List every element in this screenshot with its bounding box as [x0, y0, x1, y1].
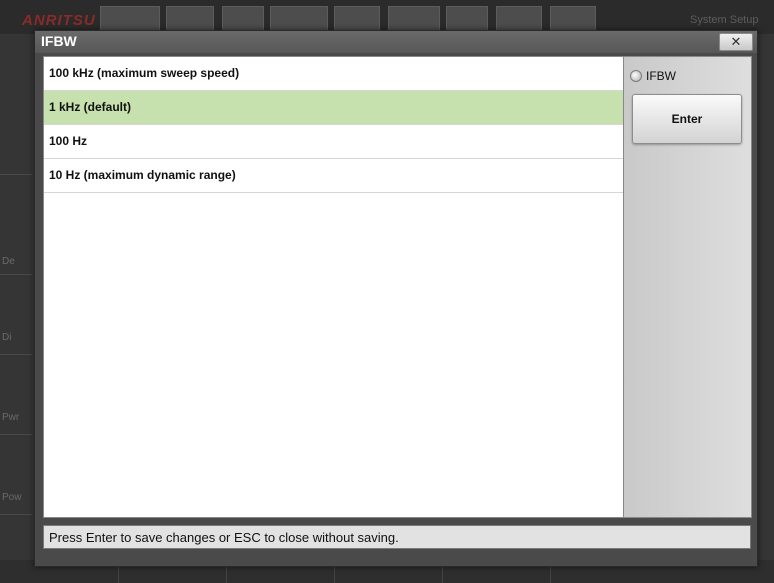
background-tool-button — [100, 6, 160, 32]
background-tool-button — [388, 6, 440, 32]
list-item[interactable]: 100 Hz — [44, 125, 624, 159]
background-setup-label: System Setup — [690, 14, 759, 26]
background-side-label: Pwr — [2, 412, 20, 423]
enter-button[interactable]: Enter — [632, 94, 742, 144]
close-icon: ✕ — [730, 34, 742, 49]
background-divider — [0, 434, 32, 435]
background-tool-button — [334, 6, 380, 32]
ifbw-option-list: 100 kHz (maximum sweep speed) 1 kHz (def… — [43, 56, 625, 518]
background-divider — [0, 274, 32, 275]
background-divider — [0, 514, 32, 515]
list-item[interactable]: 100 kHz (maximum sweep speed) — [44, 57, 624, 91]
dialog-title-bar[interactable]: IFBW ✕ — [35, 31, 757, 53]
dialog-side-panel: IFBW Enter — [623, 56, 752, 518]
list-item-label: 100 Hz — [49, 134, 88, 148]
background-sidebar: Pow Pwr Di De — [0, 34, 32, 583]
background-tool-button — [496, 6, 542, 32]
background-divider — [0, 354, 32, 355]
radio-button-icon[interactable] — [630, 70, 642, 82]
background-side-label: Pow — [2, 492, 22, 503]
background-side-label: De — [2, 256, 15, 267]
ifbw-radio-label: IFBW — [646, 69, 676, 83]
status-bar: Press Enter to save changes or ESC to cl… — [43, 525, 751, 549]
background-divider — [0, 174, 32, 175]
dialog-title: IFBW — [41, 33, 77, 49]
ifbw-dialog: IFBW ✕ 100 kHz (maximum sweep speed) 1 k… — [34, 30, 758, 567]
list-item-label: 100 kHz (maximum sweep speed) — [49, 66, 240, 80]
status-message: Press Enter to save changes or ESC to cl… — [49, 530, 399, 545]
list-item[interactable]: 10 Hz (maximum dynamic range) — [44, 159, 624, 193]
list-item-label: 10 Hz (maximum dynamic range) — [49, 168, 236, 182]
close-button[interactable]: ✕ — [719, 33, 753, 51]
list-item-label: 1 kHz (default) — [49, 100, 132, 114]
brand-logo: ANRITSU — [22, 12, 96, 29]
background-tool-button — [446, 6, 488, 32]
list-item-selected[interactable]: 1 kHz (default) — [44, 91, 624, 125]
background-tool-button — [222, 6, 264, 32]
background-side-label: Di — [2, 332, 12, 343]
background-toolbar: ANRITSU System Setup — [0, 0, 774, 34]
background-tool-button — [166, 6, 214, 32]
background-tool-button — [270, 6, 328, 32]
background-tool-button — [550, 6, 596, 32]
